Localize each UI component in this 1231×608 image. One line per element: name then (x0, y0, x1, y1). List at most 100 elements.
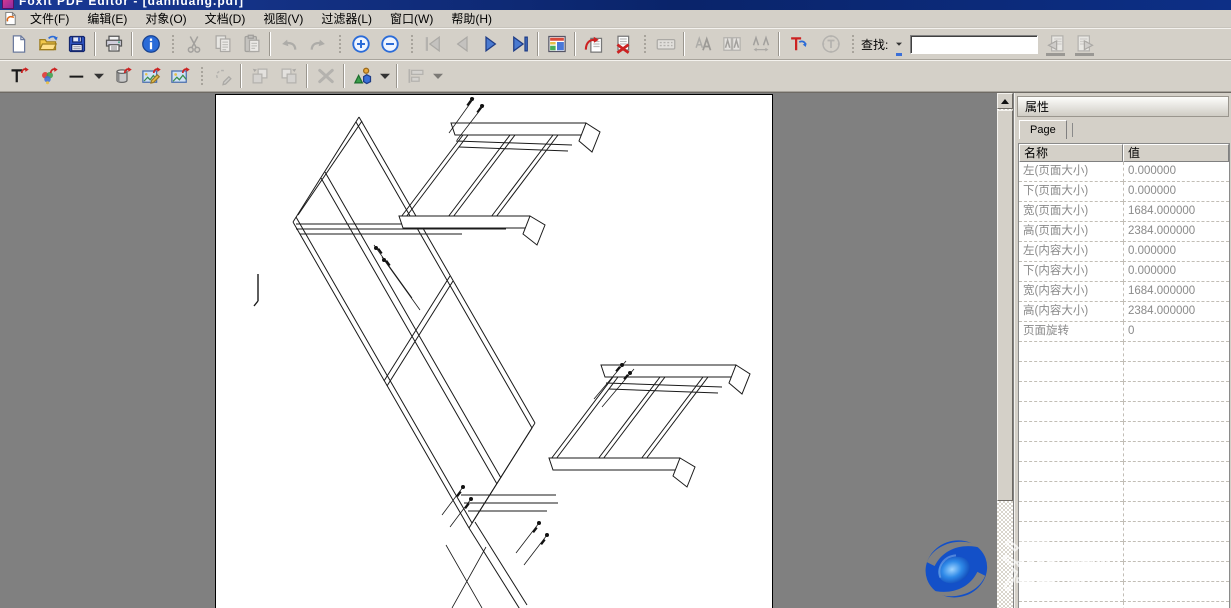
letter-spacing-icon (751, 34, 771, 54)
circle-text-icon (821, 34, 841, 54)
scroll-up-button[interactable] (997, 93, 1013, 109)
empty-row (1019, 502, 1229, 522)
zoom-out-button[interactable] (376, 31, 403, 58)
new-document-button[interactable] (5, 31, 32, 58)
edit-image-button[interactable] (137, 63, 164, 90)
line-style-icon (67, 66, 87, 86)
cut-icon (184, 34, 204, 54)
empty-name-cell (1019, 542, 1123, 562)
empty-row (1019, 382, 1229, 402)
delete-page-button[interactable] (609, 31, 636, 58)
line-style-button[interactable] (63, 63, 90, 90)
open-folder-button[interactable] (34, 31, 61, 58)
paste-icon (242, 34, 262, 54)
scroll-thumb[interactable] (997, 110, 1013, 501)
menu-item-object[interactable]: 对象(O) (136, 12, 195, 26)
grid-header: 名称 值 (1019, 144, 1229, 162)
column-header-name[interactable]: 名称 (1019, 144, 1123, 162)
toolbar-grip[interactable] (337, 33, 343, 55)
property-name: 下(内容大小) (1019, 262, 1123, 282)
dropdown-icon (893, 38, 905, 50)
empty-name-cell (1019, 382, 1123, 402)
add-text-button[interactable] (5, 63, 32, 90)
toolbar-grip[interactable] (642, 33, 648, 55)
property-value[interactable]: 0.000000 (1123, 162, 1229, 182)
menu-item-help[interactable]: 帮助(H) (442, 12, 501, 26)
find-input[interactable] (910, 35, 1038, 54)
property-name: 页面旋转 (1019, 322, 1123, 342)
empty-row (1019, 462, 1229, 482)
empty-row (1019, 442, 1229, 462)
toolbar-grip[interactable] (170, 33, 176, 55)
send-backward-icon (250, 66, 270, 86)
menu-item-edit[interactable]: 编辑(E) (78, 12, 136, 26)
add-shading-button[interactable] (108, 63, 135, 90)
menu-item-filter[interactable]: 过滤器(L) (312, 12, 381, 26)
property-value[interactable]: 2384.000000 (1123, 222, 1229, 242)
toolbar-grip[interactable] (199, 65, 205, 87)
shapes-button[interactable] (349, 63, 376, 90)
empty-name-cell (1019, 402, 1123, 422)
toolbar-grip[interactable] (850, 33, 856, 55)
property-row[interactable]: 下(页面大小)0.000000 (1019, 182, 1229, 202)
select-object-icon (213, 66, 233, 86)
cad-drawing (216, 95, 772, 608)
property-row[interactable]: 下(内容大小)0.000000 (1019, 262, 1229, 282)
new-document-icon (9, 34, 29, 54)
select-object-button (209, 63, 236, 90)
empty-name-cell (1019, 562, 1123, 582)
property-row[interactable]: 宽(内容大小)1684.000000 (1019, 282, 1229, 302)
save-button[interactable] (63, 31, 90, 58)
toolbar-grip[interactable] (409, 33, 415, 55)
dropdown-button[interactable] (378, 63, 392, 90)
print-button[interactable] (100, 31, 127, 58)
toolbar-group (2, 61, 196, 91)
empty-value-cell (1123, 582, 1229, 602)
toolbar-group (167, 29, 334, 59)
property-value[interactable]: 0.000000 (1123, 242, 1229, 262)
property-row[interactable]: 左(内容大小)0.000000 (1019, 242, 1229, 262)
page-thumbnails-button[interactable] (543, 31, 570, 58)
property-value[interactable]: 0 (1123, 322, 1229, 342)
find-dropdown-button[interactable] (892, 31, 906, 58)
window-title: Foxit PDF Editor - [danhuang.pdf] (19, 0, 244, 9)
edit-color-button[interactable] (34, 63, 61, 90)
property-row[interactable]: 高(页面大小)2384.000000 (1019, 222, 1229, 242)
column-header-value[interactable]: 值 (1123, 144, 1229, 162)
replace-text-button[interactable] (784, 31, 811, 58)
menu-item-view[interactable]: 视图(V) (254, 12, 312, 26)
insert-page-button[interactable] (580, 31, 607, 58)
property-value[interactable]: 0.000000 (1123, 262, 1229, 282)
add-image-button[interactable] (166, 63, 193, 90)
empty-value-cell (1123, 422, 1229, 442)
dropdown-button[interactable] (92, 63, 106, 90)
property-value[interactable]: 0.000000 (1123, 182, 1229, 202)
info-button[interactable] (137, 31, 164, 58)
panel-tabs: Page (1015, 118, 1231, 139)
cut-button (180, 31, 207, 58)
document-window-icon[interactable] (2, 11, 18, 27)
empty-row (1019, 342, 1229, 362)
find-forward-icon (1075, 34, 1095, 54)
menu-item-document[interactable]: 文档(D) (196, 12, 255, 26)
property-row[interactable]: 左(页面大小)0.000000 (1019, 162, 1229, 182)
vertical-scrollbar[interactable] (997, 93, 1013, 608)
empty-value-cell (1123, 442, 1229, 462)
property-value[interactable]: 1684.000000 (1123, 282, 1229, 302)
zoom-in-button[interactable] (347, 31, 374, 58)
property-value[interactable]: 2384.000000 (1123, 302, 1229, 322)
toolbar-separator (240, 64, 242, 88)
menu-item-file[interactable]: 文件(F) (21, 12, 78, 26)
document-page[interactable] (215, 94, 773, 608)
property-row[interactable]: 页面旋转0 (1019, 322, 1229, 342)
property-row[interactable]: 宽(页面大小)1684.000000 (1019, 202, 1229, 222)
tab-page[interactable]: Page (1019, 120, 1067, 139)
property-row[interactable]: 高(内容大小)2384.000000 (1019, 302, 1229, 322)
property-value[interactable]: 1684.000000 (1123, 202, 1229, 222)
last-page-button[interactable] (506, 31, 533, 58)
bring-forward-button (275, 63, 302, 90)
page-thumbnails-icon (547, 34, 567, 54)
next-page-button[interactable] (477, 31, 504, 58)
menu-item-window[interactable]: 窗口(W) (381, 12, 442, 26)
last-page-icon (510, 34, 530, 54)
